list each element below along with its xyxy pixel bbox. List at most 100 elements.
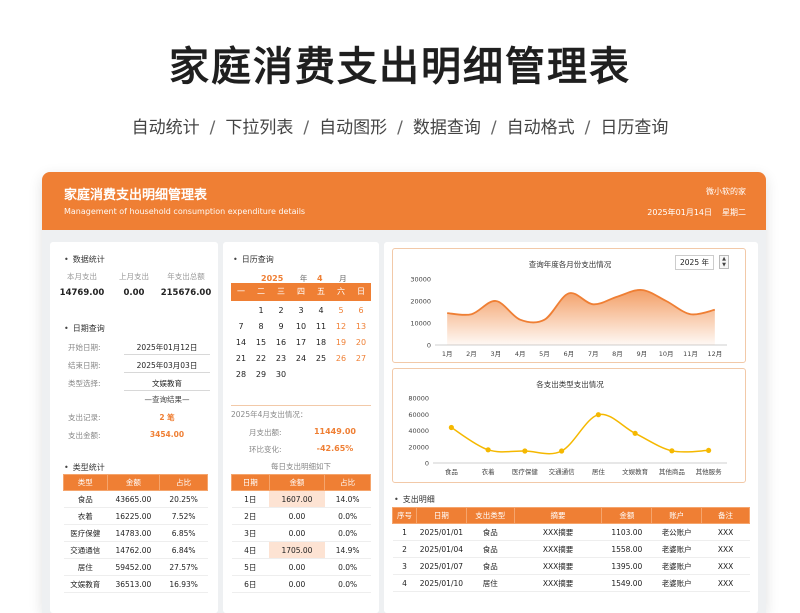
calendar-day[interactable]: 2 xyxy=(271,303,291,319)
table-cell: 食品 xyxy=(466,523,515,541)
detail-col-summary: 摘要 xyxy=(513,507,603,524)
feature-6: 日历查询 xyxy=(600,118,669,138)
detail-col-type: 支出类型 xyxy=(465,507,515,524)
table-cell: 4日 xyxy=(231,541,270,559)
x-tick-label: 其他商品 xyxy=(659,467,685,476)
detail-section-title: 支出明细 xyxy=(394,494,435,505)
calendar-day[interactable]: 7 xyxy=(231,319,251,335)
feature-3: 自动图形 xyxy=(319,118,388,138)
month-total-label: 月支出额: xyxy=(249,428,282,437)
calendar-day[interactable]: 10 xyxy=(291,319,311,335)
calendar-day[interactable]: 20 xyxy=(351,335,371,351)
stats-section-title: 数据统计 xyxy=(64,254,105,265)
table-cell: 5日 xyxy=(231,558,270,576)
table-cell: XXX xyxy=(701,574,750,592)
chart-title: 各支出类型支出情况 xyxy=(536,379,604,389)
table-cell: 16.93% xyxy=(159,575,208,593)
calendar-section-title: 日历查询 xyxy=(233,254,274,265)
table-cell: XXX xyxy=(701,523,750,541)
table-cell: 6.84% xyxy=(159,541,208,559)
dashboard-window: 家庭消费支出明细管理表 Management of household cons… xyxy=(42,172,766,613)
calendar-day[interactable]: 13 xyxy=(351,319,371,335)
x-tick-label: 9月 xyxy=(637,350,648,358)
month-change-value: -42.65% xyxy=(316,444,354,453)
table-cell: 2 xyxy=(392,540,417,558)
x-tick-label: 食品 xyxy=(445,467,458,476)
y-tick-label: 0 xyxy=(427,342,431,350)
calendar-day[interactable]: 18 xyxy=(311,335,331,351)
calendar-day[interactable]: 23 xyxy=(271,351,291,367)
calendar-day[interactable]: 27 xyxy=(351,351,371,367)
calendar-day[interactable]: 9 xyxy=(271,319,291,335)
calendar-day[interactable]: 1 xyxy=(251,303,271,319)
end-date-field[interactable]: 2025年03月03日 xyxy=(124,360,210,373)
calendar-day[interactable]: 3 xyxy=(291,303,311,319)
calendar-day[interactable]: 21 xyxy=(231,351,251,367)
daily-table-row: 1日 1607.00 14.0% xyxy=(231,490,371,508)
category-section-title: 类型统计 xyxy=(64,462,105,473)
x-tick-label: 5月 xyxy=(539,350,550,358)
calendar-day[interactable]: 26 xyxy=(331,351,351,367)
stat-header-last-month: 上月支出 xyxy=(119,272,149,281)
records-value: 2 笔 xyxy=(159,413,175,422)
table-cell: 老婆账户 xyxy=(651,540,702,558)
data-point xyxy=(632,430,638,436)
table-cell: 1395.00 xyxy=(601,557,652,575)
calendar-day[interactable]: 22 xyxy=(251,351,271,367)
stat-header-this-month: 本月支出 xyxy=(67,272,97,281)
window-header: 家庭消费支出明细管理表 Management of household cons… xyxy=(42,172,766,230)
daily-table-row: 4日 1705.00 14.9% xyxy=(231,541,371,559)
weekday-value: 星期二 xyxy=(722,208,746,217)
calendar-day[interactable]: 17 xyxy=(291,335,311,351)
calendar-day[interactable]: 30 xyxy=(271,367,291,383)
data-point xyxy=(706,447,712,454)
daily-table-row: 3日 0.00 0.0% xyxy=(231,524,371,542)
x-tick-label: 10月 xyxy=(659,350,674,358)
table-cell: 老婆账户 xyxy=(651,574,702,592)
calendar-day[interactable]: 14 xyxy=(231,335,251,351)
detail-col-index: 序号 xyxy=(392,507,417,524)
records-label: 支出记录: xyxy=(68,413,101,422)
category-table-row: 交通通信 14762.00 6.84% xyxy=(63,541,208,559)
calendar-day[interactable]: 24 xyxy=(291,351,311,367)
calendar-day[interactable]: 5 xyxy=(331,303,351,319)
type-select-dropdown[interactable]: 文娱教育 xyxy=(124,378,210,391)
table-cell: 14.9% xyxy=(324,541,371,559)
table-cell: XXX xyxy=(701,557,750,575)
table-cell: 1103.00 xyxy=(601,523,652,541)
calendar-day[interactable]: 8 xyxy=(251,319,271,335)
x-tick-label: 2月 xyxy=(466,350,477,358)
category-table-row: 食品 43665.00 20.25% xyxy=(63,490,208,508)
x-tick-label: 衣着 xyxy=(482,467,496,476)
calendar-day[interactable]: 16 xyxy=(271,335,291,351)
table-cell: 6.85% xyxy=(159,524,208,542)
series-line xyxy=(450,413,709,455)
table-cell: 食品 xyxy=(63,490,107,508)
x-tick-label: 1月 xyxy=(442,350,453,358)
y-tick-label: 0 xyxy=(425,460,429,468)
x-tick-label: 7月 xyxy=(588,350,599,358)
table-cell: 0.0% xyxy=(324,558,371,576)
calendar-day[interactable]: 19 xyxy=(331,335,351,351)
calendar-day[interactable]: 11 xyxy=(311,319,331,335)
calendar-day[interactable]: 15 xyxy=(251,335,271,351)
category-table-row: 文娱教育 36513.00 16.93% xyxy=(63,575,208,593)
calendar-day[interactable]: 12 xyxy=(331,319,351,335)
table-cell: 0.0% xyxy=(324,575,371,593)
category-col-amount: 金额 xyxy=(106,474,161,491)
weekday-wed: 三 xyxy=(277,287,285,296)
calendar-day[interactable]: 29 xyxy=(251,367,271,383)
current-date: 2025年01月14日 星期二 xyxy=(637,207,746,218)
stat-header-annual: 年支出总额 xyxy=(167,272,205,281)
data-point xyxy=(669,448,675,454)
calendar-day[interactable]: 28 xyxy=(231,367,251,383)
x-tick-label: 8月 xyxy=(612,350,623,358)
table-cell: 衣着 xyxy=(63,507,107,525)
calendar-day[interactable]: 4 xyxy=(311,303,331,319)
start-date-field[interactable]: 2025年01月12日 xyxy=(124,342,210,355)
calendar-day[interactable]: 25 xyxy=(311,351,331,367)
table-cell: 交通通信 xyxy=(63,541,107,559)
calendar-day[interactable]: 6 xyxy=(351,303,371,319)
category-col-type: 类型 xyxy=(63,474,108,491)
y-tick-label: 30000 xyxy=(410,276,431,284)
